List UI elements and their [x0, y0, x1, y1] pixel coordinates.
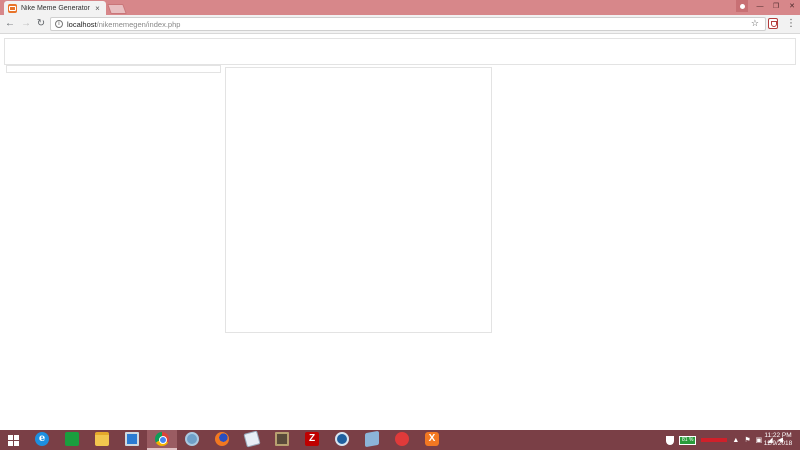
document-icon	[243, 430, 261, 448]
folder-icon	[95, 432, 109, 446]
windows-logo-icon	[7, 434, 19, 446]
taskbar-store[interactable]	[57, 430, 87, 450]
box-icon	[365, 430, 379, 448]
mail-icon	[395, 432, 409, 446]
maximize-button[interactable]: ❐	[768, 0, 784, 12]
browser-title-bar: Nike Meme Generator × — ❐ ✕	[0, 0, 800, 15]
taskbar-remote-desktop[interactable]	[117, 430, 147, 450]
new-tab-button[interactable]	[107, 4, 127, 14]
taskbar-box-app[interactable]	[357, 430, 387, 450]
bookmark-star-icon[interactable]: ☆	[751, 18, 759, 29]
start-button[interactable]	[0, 430, 26, 450]
url-host: localhost	[67, 19, 97, 29]
browser-toolbar: ← → ↻ i localhost /nikememegen/index.php…	[0, 15, 800, 34]
blue-circle-icon	[335, 432, 349, 446]
meme-canvas[interactable]	[225, 67, 492, 333]
taskbar-network-globe[interactable]	[177, 430, 207, 450]
flag-icon[interactable]: ⚑	[744, 436, 750, 445]
taskbar-firefox[interactable]	[207, 430, 237, 450]
defender-shield-icon[interactable]	[666, 435, 674, 445]
controls-panel	[6, 65, 221, 73]
page-header	[4, 38, 796, 65]
monitor-icon	[125, 432, 139, 446]
xampp-icon: X	[425, 432, 439, 446]
taskbar-file-explorer[interactable]	[87, 430, 117, 450]
show-hidden-icons-icon[interactable]: ▲	[732, 436, 739, 445]
taskbar-document-app[interactable]	[237, 430, 267, 450]
red-status-bar	[701, 438, 728, 442]
reload-button[interactable]: ↻	[35, 18, 47, 30]
close-window-button[interactable]: ✕	[784, 0, 800, 12]
filezilla-icon: Z	[305, 432, 319, 446]
firefox-icon	[215, 432, 229, 446]
globe-icon	[185, 432, 199, 446]
forward-button[interactable]: →	[20, 18, 32, 30]
address-bar[interactable]: i localhost /nikememegen/index.php ☆	[50, 17, 766, 31]
url-path: /nikememegen/index.php	[96, 19, 181, 29]
internet-explorer-icon: e	[35, 432, 49, 446]
clock-time: 11:22 PM	[764, 432, 792, 439]
taskbar-mail-app[interactable]	[387, 430, 417, 450]
taskbar-laptop-app[interactable]	[267, 430, 297, 450]
clock-date: 11/9/2018	[763, 440, 793, 447]
tab-close-icon[interactable]: ×	[93, 4, 102, 13]
chrome-icon	[155, 432, 169, 446]
extension-shield-icon[interactable]	[768, 18, 778, 29]
minimize-button[interactable]: —	[752, 0, 768, 12]
windows-taskbar: e Z X 81 % ▲ ⚑ ▣ ◢ ◀ 11:22 PM 11/9/2018	[0, 430, 800, 450]
taskbar-filezilla[interactable]: Z	[297, 430, 327, 450]
clock[interactable]: 11:22 PM 11/9/2018	[760, 432, 796, 448]
battery-indicator[interactable]: 81 %	[679, 435, 697, 445]
taskbar-chrome[interactable]	[147, 430, 177, 450]
store-icon	[65, 432, 79, 446]
back-button[interactable]: ←	[4, 18, 16, 30]
window-controls: — ❐ ✕	[736, 0, 800, 12]
taskbar-apps: e Z X	[27, 430, 447, 450]
tab-title: Nike Meme Generator	[21, 4, 90, 12]
page-content	[0, 35, 800, 430]
taskbar-blue-circle-app[interactable]	[327, 430, 357, 450]
profile-icon[interactable]	[736, 0, 748, 12]
tab-nike-meme-generator[interactable]: Nike Meme Generator ×	[4, 1, 106, 15]
browser-menu-icon[interactable]: ⋮	[786, 18, 796, 29]
taskbar-internet-explorer[interactable]: e	[27, 430, 57, 450]
taskbar-xampp[interactable]: X	[417, 430, 447, 450]
laptop-icon	[275, 432, 289, 446]
info-icon[interactable]: i	[55, 20, 63, 28]
tab-favicon-icon	[8, 3, 17, 13]
